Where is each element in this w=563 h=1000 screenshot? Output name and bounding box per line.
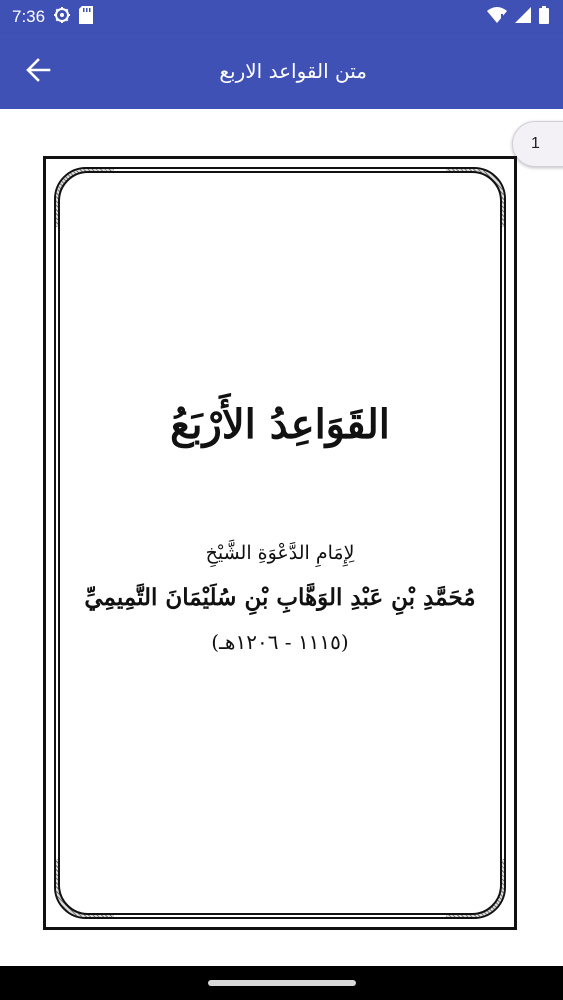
- arrow-left-icon: [25, 57, 51, 87]
- author-honorific: لِإِمَامِ الدَّعْوَةِ الشَّيْخِ: [205, 542, 355, 564]
- battery-icon: [539, 6, 549, 28]
- author-name: مُحَمَّدِ بْنِ عَبْدِ الوَهَّابِ بْنِ سُ…: [84, 584, 476, 611]
- page-number-badge[interactable]: 1: [512, 121, 563, 167]
- sd-card-icon: [79, 6, 94, 28]
- book-title: القَوَاعِدُ الأَرْبَعُ: [170, 401, 390, 448]
- pdf-page: القَوَاعِدُ الأَرْبَعُ لِإِمَامِ الدَّعْ…: [43, 156, 517, 930]
- page-content-area: القَوَاعِدُ الأَرْبَعُ لِإِمَامِ الدَّعْ…: [58, 171, 502, 915]
- back-button[interactable]: [14, 48, 62, 96]
- home-gesture-handle[interactable]: [208, 980, 356, 986]
- status-left: 7:36: [12, 6, 94, 28]
- wifi-icon: [487, 7, 507, 27]
- author-dates: (١١١٥ - ١٢٠٦هـ): [211, 630, 349, 654]
- navigation-bar: [0, 966, 563, 1000]
- signal-icon: [515, 7, 531, 27]
- pdf-viewer[interactable]: 1 القَوَاعِدُ الأَرْبَعُ لِإِمَامِ الدَّ…: [0, 109, 563, 966]
- status-right: [487, 6, 549, 28]
- page-border: القَوَاعِدُ الأَرْبَعُ لِإِمَامِ الدَّعْ…: [54, 167, 506, 919]
- status-time: 7:36: [12, 7, 46, 26]
- app-bar: متن القواعد الاربع: [0, 34, 563, 109]
- app-title: متن القواعد الاربع: [219, 59, 367, 83]
- status-bar: 7:36: [0, 0, 563, 34]
- settings-gear-icon: [53, 6, 71, 28]
